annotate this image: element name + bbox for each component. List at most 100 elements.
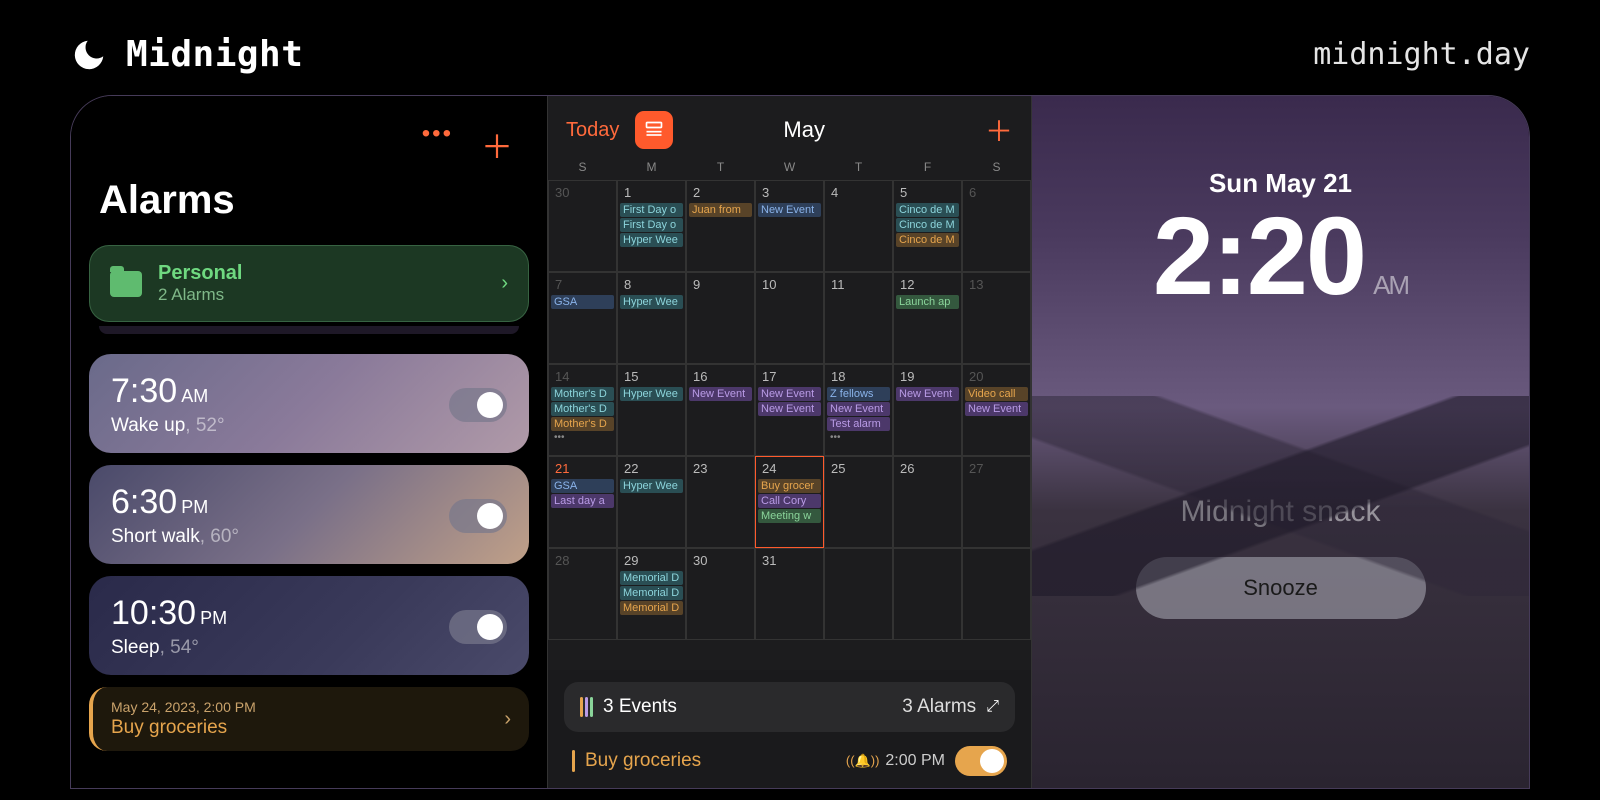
- calendar-cell[interactable]: 19New Event: [893, 364, 962, 456]
- calendar-cell[interactable]: 26: [893, 456, 962, 548]
- calendar-event[interactable]: Mother's D: [551, 387, 614, 401]
- calendar-cell[interactable]: 18Z fellowsNew EventTest alarm•••: [824, 364, 893, 456]
- calendar-event[interactable]: Hyper Wee: [620, 295, 683, 309]
- calendar-event[interactable]: Cinco de M: [896, 218, 959, 232]
- day-number: 19: [896, 367, 959, 386]
- calendar-cell[interactable]: 21GSALast day a: [548, 456, 617, 548]
- day-number: 27: [965, 459, 1028, 478]
- calendar-event[interactable]: Launch ap: [896, 295, 959, 309]
- calendar-event[interactable]: GSA: [551, 479, 614, 493]
- calendar-event[interactable]: Mother's D: [551, 417, 614, 431]
- day-summary[interactable]: 3 Events 3 Alarms ⤢: [564, 682, 1015, 732]
- add-alarm-button[interactable]: ＋: [481, 122, 513, 168]
- calendar-cell[interactable]: 10: [755, 272, 824, 364]
- alarm-temp: , 54°: [160, 637, 199, 658]
- calendar-event[interactable]: Video call: [965, 387, 1028, 401]
- calendar-cell[interactable]: 13: [962, 272, 1031, 364]
- calendar-cell[interactable]: 6: [962, 180, 1031, 272]
- alarm-toggle[interactable]: [449, 610, 507, 644]
- alarm-folder[interactable]: Personal 2 Alarms ›: [89, 245, 529, 322]
- day-number: 30: [689, 551, 752, 570]
- calendar-event[interactable]: Cinco de M: [896, 233, 959, 247]
- calendar-cell[interactable]: 29Memorial DMemorial DMemorial D: [617, 548, 686, 640]
- alarms-title: Alarms: [71, 168, 547, 245]
- calendar-cell[interactable]: 2Juan from: [686, 180, 755, 272]
- day-number: 15: [620, 367, 683, 386]
- calendar-cell[interactable]: [824, 548, 893, 640]
- day-number: 2: [689, 183, 752, 202]
- calendar-event[interactable]: First Day o: [620, 218, 683, 232]
- calendar-event[interactable]: New Event: [758, 387, 821, 401]
- more-icon[interactable]: •••: [422, 122, 453, 168]
- calendar-cell[interactable]: 20Video callNew Event: [962, 364, 1031, 456]
- alarm-card[interactable]: 10:30PMSleep, 54°: [89, 576, 529, 675]
- calendar-cell[interactable]: 16New Event: [686, 364, 755, 456]
- calendar-cell[interactable]: 11: [824, 272, 893, 364]
- add-event-button[interactable]: ＋: [985, 110, 1013, 150]
- calendar-event[interactable]: New Event: [758, 203, 821, 217]
- calendar-event[interactable]: Hyper Wee: [620, 387, 683, 401]
- day-number: 26: [896, 459, 959, 478]
- calendar-event[interactable]: New Event: [758, 402, 821, 416]
- calendar-cell[interactable]: 31: [755, 548, 824, 640]
- calendar-event[interactable]: Cinco de M: [896, 203, 959, 217]
- alarm-toggle[interactable]: [449, 499, 507, 533]
- calendar-cell[interactable]: [962, 548, 1031, 640]
- day-number: 21: [551, 459, 614, 478]
- calendar-cell[interactable]: 1First Day oFirst Day oHyper Wee: [617, 180, 686, 272]
- calendar-cell[interactable]: 17New EventNew Event: [755, 364, 824, 456]
- calendar-cell[interactable]: 4: [824, 180, 893, 272]
- calendar-event[interactable]: First Day o: [620, 203, 683, 217]
- calendar-cell[interactable]: 3New Event: [755, 180, 824, 272]
- calendar-event[interactable]: Z fellows: [827, 387, 890, 401]
- calendar-cell[interactable]: 12Launch ap: [893, 272, 962, 364]
- calendar-event[interactable]: Mother's D: [551, 402, 614, 416]
- calendar-event[interactable]: Memorial D: [620, 586, 683, 600]
- calendar-event[interactable]: Test alarm: [827, 417, 890, 431]
- task-name: Buy groceries: [585, 750, 836, 772]
- task-row[interactable]: Buy groceries ((🔔)) 2:00 PM: [564, 732, 1015, 776]
- calendar-event[interactable]: Meeting w: [758, 509, 821, 523]
- calendar-cell[interactable]: 22Hyper Wee: [617, 456, 686, 548]
- day-number: 30: [551, 183, 614, 202]
- calendar-cell[interactable]: 14Mother's DMother's DMother's D•••: [548, 364, 617, 456]
- calendar-event[interactable]: Last day a: [551, 494, 614, 508]
- calendar-cell[interactable]: 5Cinco de MCinco de MCinco de M: [893, 180, 962, 272]
- calendar-event[interactable]: New Event: [827, 402, 890, 416]
- calendar-event[interactable]: Buy grocer: [758, 479, 821, 493]
- alarm-card[interactable]: 6:30PMShort walk, 60°: [89, 465, 529, 564]
- alarm-toggle[interactable]: [449, 388, 507, 422]
- calendar-event[interactable]: New Event: [896, 387, 959, 401]
- alarm-card[interactable]: 7:30AMWake up, 52°: [89, 354, 529, 453]
- calendar-cell[interactable]: 30: [548, 180, 617, 272]
- day-number: 28: [551, 551, 614, 570]
- day-number: 31: [758, 551, 821, 570]
- calendar-event[interactable]: Memorial D: [620, 571, 683, 585]
- alarm-label: Wake up: [111, 415, 185, 436]
- day-number: 10: [758, 275, 821, 294]
- task-toggle[interactable]: [955, 746, 1007, 776]
- calendar-cell[interactable]: 8Hyper Wee: [617, 272, 686, 364]
- calendar-cell[interactable]: 23: [686, 456, 755, 548]
- calendar-cell[interactable]: 30: [686, 548, 755, 640]
- calendar-cell[interactable]: 7GSA: [548, 272, 617, 364]
- more-events[interactable]: •••: [551, 432, 614, 443]
- calendar-event[interactable]: Hyper Wee: [620, 479, 683, 493]
- calendar-cell[interactable]: 15Hyper Wee: [617, 364, 686, 456]
- calendar-event[interactable]: New Event: [689, 387, 752, 401]
- more-events[interactable]: •••: [827, 432, 890, 443]
- calendar-event[interactable]: Hyper Wee: [620, 233, 683, 247]
- calendar-event[interactable]: New Event: [965, 402, 1028, 416]
- calendar-event[interactable]: GSA: [551, 295, 614, 309]
- calendar-cell[interactable]: 27: [962, 456, 1031, 548]
- calendar-cell[interactable]: [893, 548, 962, 640]
- calendar-cell[interactable]: 25: [824, 456, 893, 548]
- calendar-event[interactable]: Juan from: [689, 203, 752, 217]
- calendar-event[interactable]: Call Cory: [758, 494, 821, 508]
- calendar-cell[interactable]: 28: [548, 548, 617, 640]
- calendar-cell[interactable]: 9: [686, 272, 755, 364]
- calendar-event[interactable]: Memorial D: [620, 601, 683, 615]
- today-button[interactable]: Today: [566, 119, 619, 142]
- calendar-cell[interactable]: 24Buy grocerCall CoryMeeting w: [755, 456, 824, 548]
- reminder-card[interactable]: May 24, 2023, 2:00 PM Buy groceries ›: [89, 687, 529, 751]
